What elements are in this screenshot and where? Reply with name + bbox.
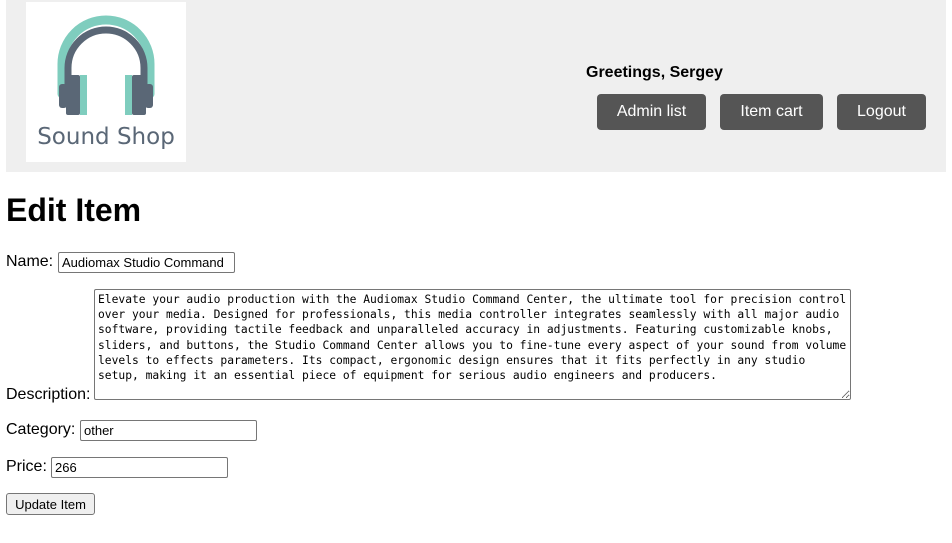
greeting-text: Greetings, Sergey xyxy=(586,64,723,81)
sound-shop-logo[interactable]: Sound Shop xyxy=(26,2,186,162)
update-item-button[interactable]: Update Item xyxy=(6,493,95,515)
item-cart-button[interactable]: Item cart xyxy=(720,94,823,130)
name-label: Name: xyxy=(6,253,54,270)
admin-list-button[interactable]: Admin list xyxy=(597,94,706,130)
page-title: Edit Item xyxy=(6,192,142,228)
site-header: Sound Shop Greetings, Sergey Admin list … xyxy=(6,0,946,172)
logo-text: Sound Shop xyxy=(37,124,175,150)
category-input[interactable] xyxy=(80,420,257,441)
description-label: Description: xyxy=(6,386,91,403)
logout-button[interactable]: Logout xyxy=(837,94,926,130)
price-label: Price: xyxy=(6,458,47,475)
price-input[interactable] xyxy=(51,457,228,478)
category-label: Category: xyxy=(6,421,76,438)
name-input[interactable] xyxy=(58,252,235,273)
description-textarea[interactable]: Elevate your audio production with the A… xyxy=(94,289,851,400)
